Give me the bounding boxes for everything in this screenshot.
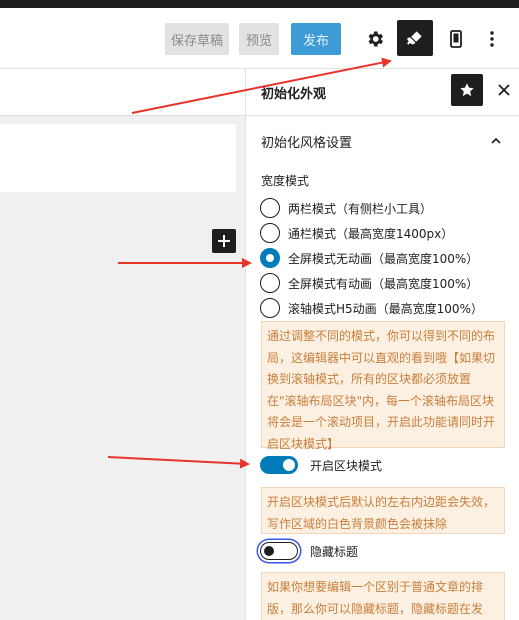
preview-button[interactable]: 预览 <box>239 23 279 55</box>
radio-option-scroll-h5[interactable]: 滚轴模式H5动画（最高宽度100%） <box>260 297 483 319</box>
hide-title-label: 隐藏标题 <box>310 544 359 559</box>
publish-button[interactable]: 发布 <box>291 23 341 55</box>
brush-icon[interactable] <box>397 20 433 56</box>
block-mode-notice: 开启区块模式后默认的左右内边距会失效，写作区域的白色背景颜色会被抹除 <box>261 487 505 534</box>
radio-label: 滚轴模式H5动画（最高宽度100%） <box>288 301 483 316</box>
sidebar-title: 初始化外观 <box>261 87 327 102</box>
editor-toolbar: 保存草稿 预览 发布 <box>0 8 519 69</box>
star-icon[interactable] <box>451 74 483 106</box>
sidebar-header: 初始化外观 <box>246 69 519 116</box>
radio-button[interactable] <box>260 298 280 318</box>
radio-button[interactable] <box>260 223 280 243</box>
save-draft-button[interactable]: 保存草稿 <box>165 23 229 55</box>
editor-content-block[interactable] <box>0 124 236 192</box>
hide-title-toggle-row[interactable]: 隐藏标题 <box>260 540 358 562</box>
plus-icon[interactable] <box>212 229 236 253</box>
block-mode-toggle[interactable] <box>260 456 298 474</box>
panel-title[interactable]: 初始化风格设置 <box>261 132 352 151</box>
radio-button[interactable] <box>260 198 280 218</box>
width-mode-notice: 通过调整不同的模式，你可以得到不同的布局，这编辑器中可以直观的看到哦【如果切换到… <box>261 321 505 451</box>
radio-option-full-width[interactable]: 通栏模式（最高宽度1400px） <box>260 222 453 244</box>
radio-button-checked[interactable] <box>260 248 280 268</box>
block-mode-toggle-row[interactable]: 开启区块模式 <box>260 454 382 476</box>
width-mode-label: 宽度模式 <box>261 174 310 188</box>
radio-button[interactable] <box>260 273 280 293</box>
gear-icon[interactable] <box>361 25 389 53</box>
radio-label: 全屏模式无动画（最高宽度100%） <box>288 251 479 266</box>
radio-option-fullscreen-no-animation[interactable]: 全屏模式无动画（最高宽度100%） <box>260 247 478 269</box>
hide-title-notice: 如果你想要编辑一个区别于普通文章的排版，那么你可以隐藏标题，隐藏标题在发 <box>261 572 505 620</box>
radio-option-fullscreen-animation[interactable]: 全屏模式有动画（最高宽度100%） <box>260 272 478 294</box>
more-vertical-icon[interactable] <box>478 25 506 53</box>
editor-canvas <box>0 69 245 620</box>
radio-label: 全屏模式有动画（最高宽度100%） <box>288 276 479 291</box>
settings-sidebar: 初始化外观 初始化风格设置 宽度模式 两栏模式（有侧栏小工具） 通栏模式（最高宽… <box>245 69 519 620</box>
block-mode-label: 开启区块模式 <box>310 458 383 473</box>
radio-label: 两栏模式（有侧栏小工具） <box>288 201 433 216</box>
chevron-up-icon[interactable] <box>489 133 503 147</box>
editor-title-area[interactable] <box>0 69 245 116</box>
radio-label: 通栏模式（最高宽度1400px） <box>288 226 454 241</box>
hide-title-toggle[interactable] <box>260 542 298 560</box>
top-frame-bar <box>0 0 519 8</box>
radio-option-two-column[interactable]: 两栏模式（有侧栏小工具） <box>260 197 432 219</box>
close-icon[interactable] <box>494 80 514 100</box>
mobile-icon[interactable] <box>442 25 470 53</box>
